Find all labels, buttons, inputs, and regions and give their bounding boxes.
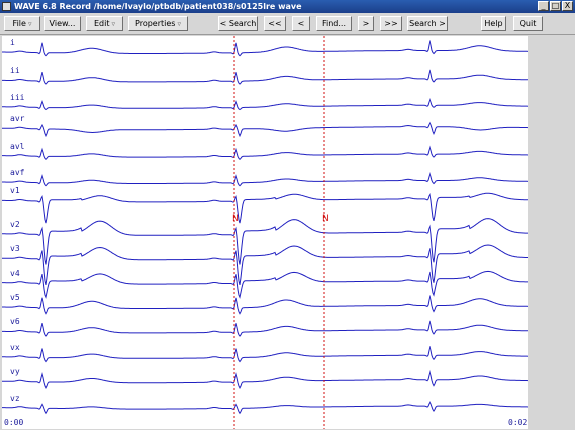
page-back-button[interactable]: << — [264, 16, 286, 31]
lead-label-ii: ii — [10, 66, 20, 76]
properties-menu-label: Properties — [135, 19, 176, 28]
window-title: WAVE 6.8 Record /home/Ivaylo/ptbdb/patie… — [14, 2, 302, 11]
lead-label-vx: vx — [10, 342, 20, 352]
app-icon — [2, 2, 11, 11]
ecg-trace-vz — [2, 401, 528, 415]
quit-button[interactable]: Quit — [513, 16, 543, 31]
ecg-trace-v4 — [2, 270, 528, 299]
step-back-button[interactable]: < — [292, 16, 310, 31]
lead-label-i: i — [10, 38, 15, 47]
page-forward-button[interactable]: >> — [380, 16, 402, 31]
ecg-trace-v5 — [2, 295, 528, 315]
menu-arrow-icon: ▿ — [27, 20, 32, 28]
lead-label-v6: v6 — [10, 317, 20, 327]
lead-label-v2: v2 — [10, 219, 20, 229]
ecg-trace-avr — [2, 121, 528, 138]
ecg-trace-avf — [2, 171, 528, 187]
search-forward-button[interactable]: Search > — [407, 16, 448, 31]
ecg-trace-avl — [2, 145, 528, 161]
minimize-button[interactable]: _ — [538, 1, 549, 11]
close-button[interactable]: X — [562, 1, 573, 11]
file-menu-label: File — [12, 19, 26, 28]
title-bar: WAVE 6.8 Record /home/Ivaylo/ptbdb/patie… — [0, 0, 575, 13]
ecg-trace-vx — [2, 346, 528, 363]
lead-label-iii: iii — [10, 92, 25, 102]
annotation-label[interactable]: N — [232, 214, 239, 224]
signal-plot-area[interactable]: NN i ii iii avr avl avf v1 v2 v3 v4 v5 v6 vx vy vz 0:0… — [2, 36, 528, 429]
menu-arrow-icon: ▿ — [177, 20, 181, 28]
ecg-trace-v2 — [2, 218, 528, 265]
ecg-trace-v6 — [2, 320, 528, 337]
step-forward-button[interactable]: > — [358, 16, 374, 31]
help-button[interactable]: Help — [481, 16, 506, 31]
search-backward-button[interactable]: < Search — [218, 16, 258, 31]
file-menu-button[interactable]: File ▿ — [4, 16, 40, 31]
lead-label-vy: vy — [10, 367, 20, 377]
ecg-trace-i — [2, 40, 528, 57]
edit-menu-button[interactable]: Edit ▿ — [86, 16, 123, 31]
right-margin — [528, 36, 575, 430]
lead-label-v1: v1 — [10, 186, 20, 196]
ecg-trace-v1 — [2, 192, 528, 224]
toolbar: File ▿ View... Edit ▿ Properties ▿ < Search… — [0, 13, 575, 35]
lead-label-v3: v3 — [10, 244, 20, 254]
ecg-traces: NN — [2, 36, 528, 429]
ecg-trace-ii — [2, 69, 528, 85]
ecg-trace-iii — [2, 97, 528, 111]
time-start-label: 0:00 — [4, 418, 24, 427]
lead-label-avl: avl — [10, 141, 25, 151]
lead-label-v5: v5 — [10, 293, 20, 302]
edit-menu-label: Edit — [93, 19, 110, 28]
menu-arrow-icon: ▿ — [111, 20, 115, 28]
ecg-trace-vy — [2, 369, 528, 389]
view-button[interactable]: View... — [44, 16, 81, 31]
find-button[interactable]: Find... — [316, 16, 352, 31]
wave-window: WAVE 6.8 Record /home/Ivaylo/ptbdb/patie… — [0, 0, 575, 430]
maximize-button[interactable]: □ — [550, 1, 561, 11]
properties-menu-button[interactable]: Properties ▿ — [128, 16, 188, 31]
lead-label-v4: v4 — [10, 268, 20, 278]
annotation-label[interactable]: N — [322, 214, 329, 224]
time-end-label: 0:02 — [508, 418, 528, 427]
lead-label-avf: avf — [10, 168, 25, 177]
lead-label-avr: avr — [10, 114, 25, 124]
lead-label-vz: vz — [10, 393, 20, 403]
